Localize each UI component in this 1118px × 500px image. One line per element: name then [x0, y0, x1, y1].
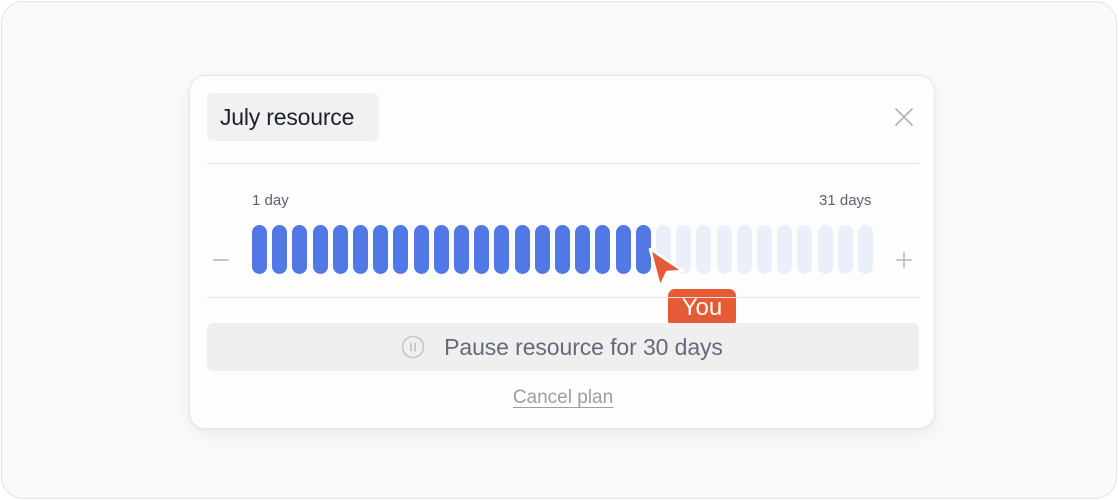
- day-bar-28[interactable]: [797, 225, 813, 274]
- day-bar-11[interactable]: [454, 225, 469, 274]
- day-bar-18[interactable]: [595, 225, 611, 274]
- day-bar-25[interactable]: [736, 225, 752, 274]
- day-bar-30[interactable]: [837, 225, 853, 274]
- day-bar-8[interactable]: [393, 225, 409, 274]
- day-bar-13[interactable]: [494, 225, 510, 274]
- day-bar-29[interactable]: [817, 225, 833, 274]
- day-bar-7[interactable]: [373, 225, 389, 274]
- day-bar-23[interactable]: [696, 225, 712, 274]
- dialog-title: July resource: [207, 93, 379, 141]
- day-bar-9[interactable]: [413, 225, 429, 274]
- day-slider[interactable]: [252, 225, 873, 274]
- decrement-button[interactable]: [211, 250, 231, 270]
- pause-dialog: July resource 1 day 31 days You Pause re…: [189, 75, 935, 429]
- day-bar-16[interactable]: [555, 225, 570, 274]
- day-bar-4[interactable]: [312, 225, 328, 274]
- day-bar-24[interactable]: [716, 225, 732, 274]
- increment-button[interactable]: [894, 250, 914, 270]
- close-icon: [895, 108, 913, 126]
- day-bar-2[interactable]: [272, 225, 288, 274]
- cursor-arrow-icon: [648, 247, 685, 289]
- divider-bottom: [207, 297, 919, 298]
- range-min-label: 1 day: [252, 192, 289, 209]
- divider-top: [207, 163, 919, 164]
- day-bar-12[interactable]: [474, 225, 490, 274]
- pause-resource-button[interactable]: Pause resource for 30 days: [207, 323, 919, 371]
- day-bar-19[interactable]: [615, 225, 631, 274]
- pause-circle-icon: [401, 335, 425, 359]
- day-bar-5[interactable]: [332, 225, 348, 274]
- day-bar-10[interactable]: [433, 225, 449, 274]
- cancel-plan-link[interactable]: Cancel plan: [513, 387, 613, 408]
- day-bar-17[interactable]: [575, 225, 591, 274]
- range-max-label: 31 days: [819, 192, 872, 209]
- pause-button-label: Pause resource for 30 days: [444, 333, 723, 360]
- day-bar-14[interactable]: [514, 225, 530, 274]
- day-bar-3[interactable]: [292, 225, 308, 274]
- day-bar-27[interactable]: [777, 225, 793, 274]
- close-button[interactable]: [890, 103, 918, 131]
- day-bar-26[interactable]: [757, 225, 772, 274]
- user-pointer-label: You: [668, 289, 736, 327]
- day-bar-1[interactable]: [252, 225, 267, 274]
- outer-frame: July resource 1 day 31 days You Pause re…: [1, 1, 1117, 499]
- day-bar-6[interactable]: [353, 225, 368, 274]
- day-bar-15[interactable]: [534, 225, 550, 274]
- day-bar-31[interactable]: [858, 225, 873, 274]
- cancel-plan-row: Cancel plan: [190, 387, 936, 409]
